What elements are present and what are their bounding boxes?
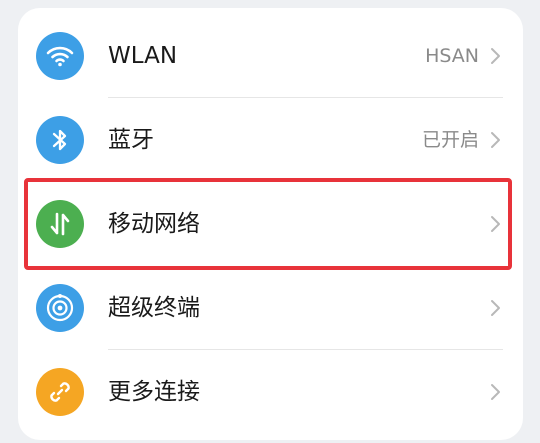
settings-card: WLAN HSAN 蓝牙 已开启 移动网络 超级终端 更多连接 xyxy=(18,8,523,440)
wifi-icon xyxy=(36,32,84,80)
settings-item-label: 超级终端 xyxy=(108,295,200,321)
bluetooth-icon xyxy=(36,116,84,164)
settings-item-more-connections[interactable]: 更多连接 xyxy=(18,350,523,434)
settings-item-label: 移动网络 xyxy=(108,211,200,237)
settings-item-mobile-network[interactable]: 移动网络 xyxy=(18,182,523,266)
settings-item-label: 更多连接 xyxy=(108,379,200,405)
chevron-right-icon xyxy=(491,132,500,148)
chevron-right-icon xyxy=(491,216,500,232)
settings-item-super-device[interactable]: 超级终端 xyxy=(18,266,523,350)
settings-item-label: WLAN xyxy=(108,43,178,69)
settings-item-bluetooth[interactable]: 蓝牙 已开启 xyxy=(18,98,523,182)
chevron-right-icon xyxy=(491,384,500,400)
settings-item-wlan[interactable]: WLAN HSAN xyxy=(18,14,523,98)
super-device-icon xyxy=(36,284,84,332)
settings-item-value: HSAN xyxy=(425,45,479,67)
link-icon xyxy=(36,368,84,416)
settings-item-value: 已开启 xyxy=(421,129,479,151)
settings-item-label: 蓝牙 xyxy=(108,127,154,153)
chevron-right-icon xyxy=(491,48,500,64)
chevron-right-icon xyxy=(491,300,500,316)
mobile-data-icon xyxy=(36,200,84,248)
